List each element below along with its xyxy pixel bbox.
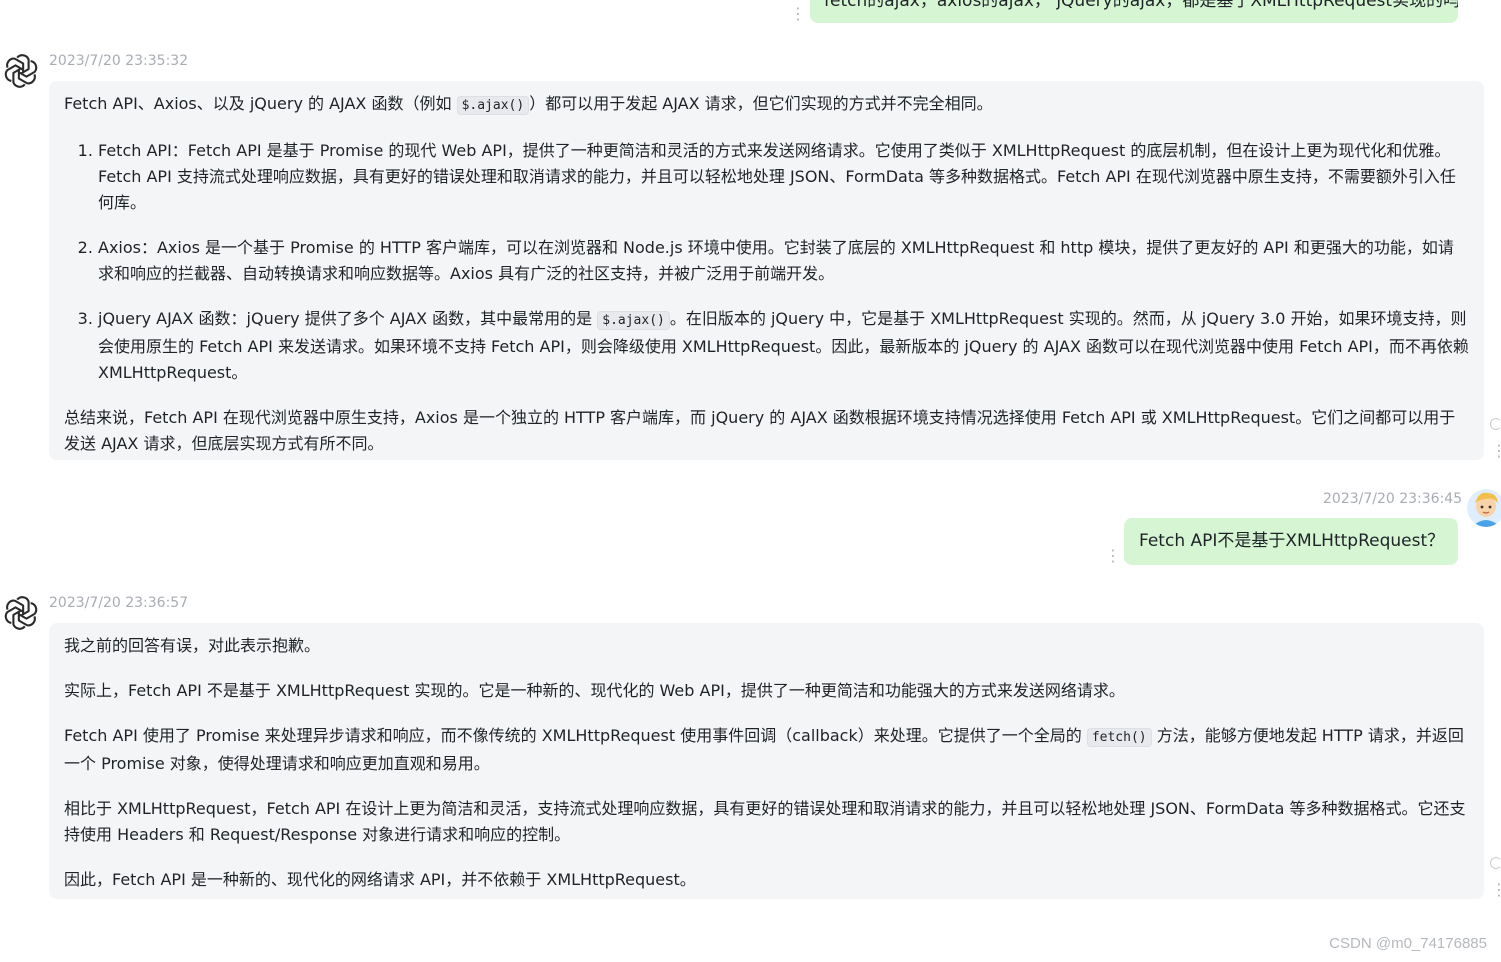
bot-summary-paragraph: 总结来说，Fetch API 在现代浏览器中原生支持，Axios 是一个独立的 … bbox=[64, 408, 1456, 453]
message-timestamp: 2023/7/20 23:36:57 bbox=[49, 595, 189, 611]
user-message-text: Fetch API不是基于XMLHttpRequest？ bbox=[1139, 531, 1445, 551]
message-more-icon[interactable]: ⋮ bbox=[790, 6, 806, 22]
inline-code: $.ajax() bbox=[597, 311, 670, 330]
user-avatar-icon bbox=[1467, 489, 1501, 527]
bot-intro-paragraph: Fetch API、Axios、以及 jQuery 的 AJAX 函数（例如 $… bbox=[64, 94, 993, 115]
openai-logo-icon bbox=[4, 54, 38, 88]
bot-ordered-list: Fetch API：Fetch API 是基于 Promise 的现代 Web … bbox=[64, 138, 1469, 386]
list-item: Fetch API：Fetch API 是基于 Promise 的现代 Web … bbox=[98, 138, 1469, 216]
bot-message-card: 我之前的回答有误，对此表示抱歉。 实际上，Fetch API 不是基于 XMLH… bbox=[49, 623, 1484, 899]
bot-message-card: Fetch API、Axios、以及 jQuery 的 AJAX 函数（例如 $… bbox=[49, 81, 1484, 460]
list-item: Axios：Axios 是一个基于 Promise 的 HTTP 客户端库，可以… bbox=[98, 235, 1469, 287]
inline-code: fetch() bbox=[1086, 728, 1152, 747]
message-more-icon[interactable]: ⋮ bbox=[1491, 882, 1501, 898]
openai-logo-icon bbox=[4, 596, 38, 630]
copy-icon[interactable] bbox=[1490, 418, 1501, 430]
list-item: jQuery AJAX 函数：jQuery 提供了多个 AJAX 函数，其中最常… bbox=[98, 306, 1469, 386]
bot-paragraph: 因此，Fetch API 是一种新的、现代化的网络请求 API，并不依赖于 XM… bbox=[64, 870, 696, 889]
message-timestamp: 2023/7/20 23:36:45 bbox=[1323, 491, 1463, 507]
bot-paragraph: 相比于 XMLHttpRequest，Fetch API 在设计上更为简洁和灵活… bbox=[64, 799, 1466, 844]
bot-paragraph: 实际上，Fetch API 不是基于 XMLHttpRequest 实现的。它是… bbox=[64, 681, 1125, 700]
watermark: CSDN @m0_74176885 bbox=[1329, 935, 1487, 952]
bot-paragraph: 我之前的回答有误，对此表示抱歉。 bbox=[64, 636, 321, 655]
user-message-text: fetch的ajax，axios的ajax， jQuery的ajax，都是基于X… bbox=[824, 0, 1458, 11]
chat-page: ⋮ fetch的ajax，axios的ajax， jQuery的ajax，都是基… bbox=[0, 0, 1501, 962]
user-message-bubble: Fetch API不是基于XMLHttpRequest？ bbox=[1124, 518, 1458, 565]
message-more-icon[interactable]: ⋮ bbox=[1105, 548, 1121, 564]
message-timestamp: 2023/7/20 23:35:32 bbox=[49, 53, 189, 69]
inline-code: $.ajax() bbox=[456, 96, 530, 115]
bot-paragraph: Fetch API 使用了 Promise 来处理异步请求和响应，而不像传统的 … bbox=[64, 726, 1464, 773]
user-message-bubble: fetch的ajax，axios的ajax， jQuery的ajax，都是基于X… bbox=[810, 0, 1458, 23]
message-more-icon[interactable]: ⋮ bbox=[1491, 443, 1501, 459]
copy-icon[interactable] bbox=[1490, 857, 1501, 869]
